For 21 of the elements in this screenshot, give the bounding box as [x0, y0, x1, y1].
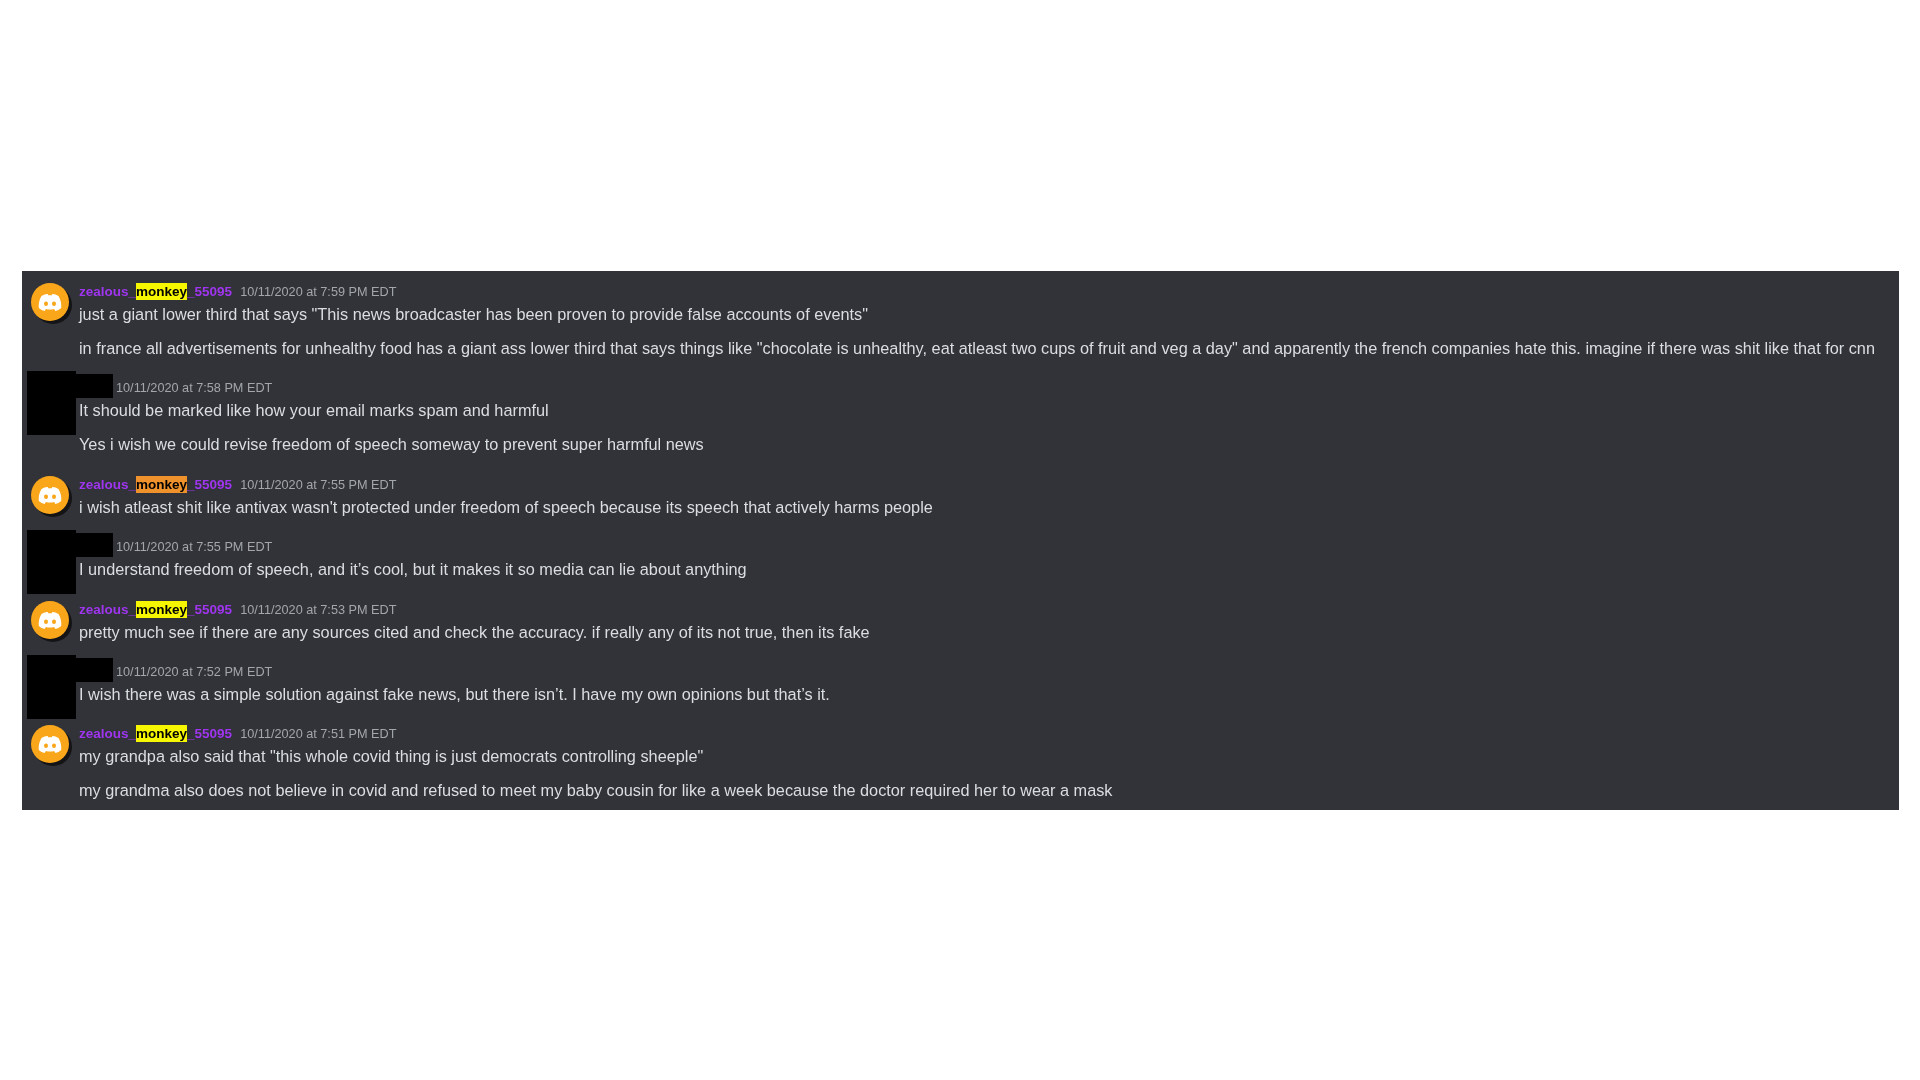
timestamp: 10/11/2020 at 7:51 PM EDT — [240, 726, 397, 744]
message-text: my grandma also does not believe in covid and refused to meet my baby cousin for like a week because the doctor required her to wear a mask — [79, 780, 1113, 802]
avatar-icon[interactable] — [31, 475, 73, 518]
message-text: It should be marked like how your email marks spam and harmful — [79, 400, 550, 422]
message-text: just a giant lower third that says "This news broadcaster has been proven to provide false accounts of events" — [79, 304, 869, 325]
message-text: I understand freedom of speech, and it’s cool, but it makes it so media can lie about anything — [79, 559, 747, 581]
timestamp: 10/11/2020 at 7:53 PM EDT — [240, 601, 397, 619]
avatar-icon[interactable] — [31, 600, 73, 643]
timestamp: 10/11/2020 at 7:52 PM EDT — [116, 663, 273, 681]
avatar-icon[interactable] — [31, 725, 73, 768]
timestamp: 10/11/2020 at 7:58 PM EDT — [116, 380, 273, 398]
message-text: my grandpa also said that "this whole covid thing is just democrats controlling sheeple" — [79, 746, 705, 768]
timestamp: 10/11/2020 at 7:59 PM EDT — [240, 284, 397, 301]
message-text: I wish there was a simple solution against fake news, but there isn’t. I have my own opinions but that’s it. — [79, 683, 830, 705]
timestamp: 10/11/2020 at 7:55 PM EDT — [240, 476, 397, 494]
message-text: Yes i wish we could revise freedom of speech someway to prevent super harmful news — [79, 434, 704, 456]
message-text: i wish atleast shit like antivax wasn't protected under freedom of speech because its speech that actively harms people — [79, 496, 933, 518]
message-text: in france all advertisements for unhealthy food has a giant ass lower third that says things like "chocolate is unhealthy, eat atleast two cups of fruit and veg a day" and apparently the french companies hate this. imagine if there was shit like that for cnn — [79, 338, 1875, 359]
avatar-icon[interactable] — [31, 283, 73, 325]
message-text: pretty much see if there are any sources cited and check the accuracy. if really any of its not true, then its fake — [79, 621, 870, 643]
timestamp: 10/11/2020 at 7:55 PM EDT — [116, 539, 273, 557]
